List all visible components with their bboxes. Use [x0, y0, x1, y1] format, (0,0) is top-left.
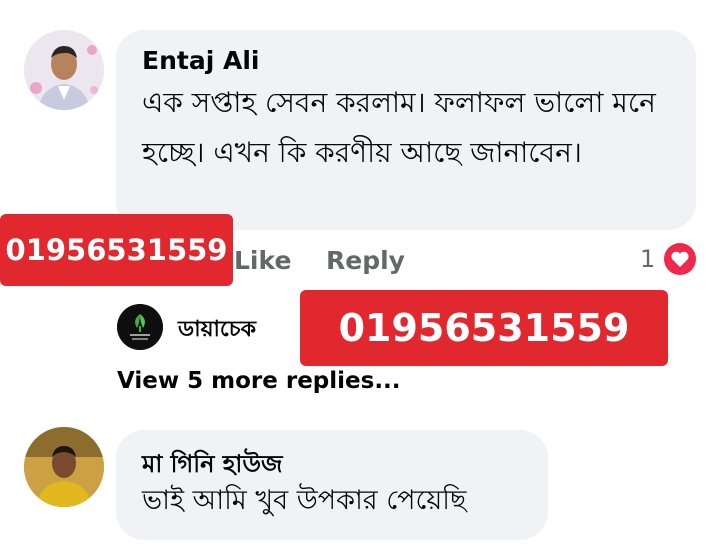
leaf-logo-icon	[117, 304, 163, 350]
heart-glyph-icon	[671, 251, 689, 267]
comment-author-name[interactable]: Entaj Ali	[142, 46, 259, 75]
reply-button[interactable]: Reply	[326, 246, 405, 275]
phone-number-overlay-large: 01956531559	[300, 290, 668, 366]
reply-author-name[interactable]: ডায়াচেক	[178, 312, 256, 349]
view-more-replies-link[interactable]: View 5 more replies...	[117, 368, 401, 394]
comment-text: এক সপ্তাহ সেবন করলাম। ফলাফল ভালো মনে হচ্…	[142, 86, 656, 169]
avatar-2[interactable]	[24, 427, 104, 507]
person-photo-icon-2	[24, 427, 104, 507]
like-button[interactable]: Like	[234, 246, 291, 275]
reply-avatar[interactable]	[117, 304, 163, 350]
avatar[interactable]	[24, 30, 104, 110]
phone-number-overlay: 01956531559	[0, 214, 233, 286]
truncated-previous-element: '	[228, 0, 232, 10]
comment-text-2: ভাই আমি খুব উপকার পেয়েছি	[142, 485, 467, 516]
person-photo-icon	[24, 30, 104, 110]
heart-icon[interactable]	[664, 243, 696, 275]
reaction-count[interactable]: 1	[640, 245, 655, 273]
